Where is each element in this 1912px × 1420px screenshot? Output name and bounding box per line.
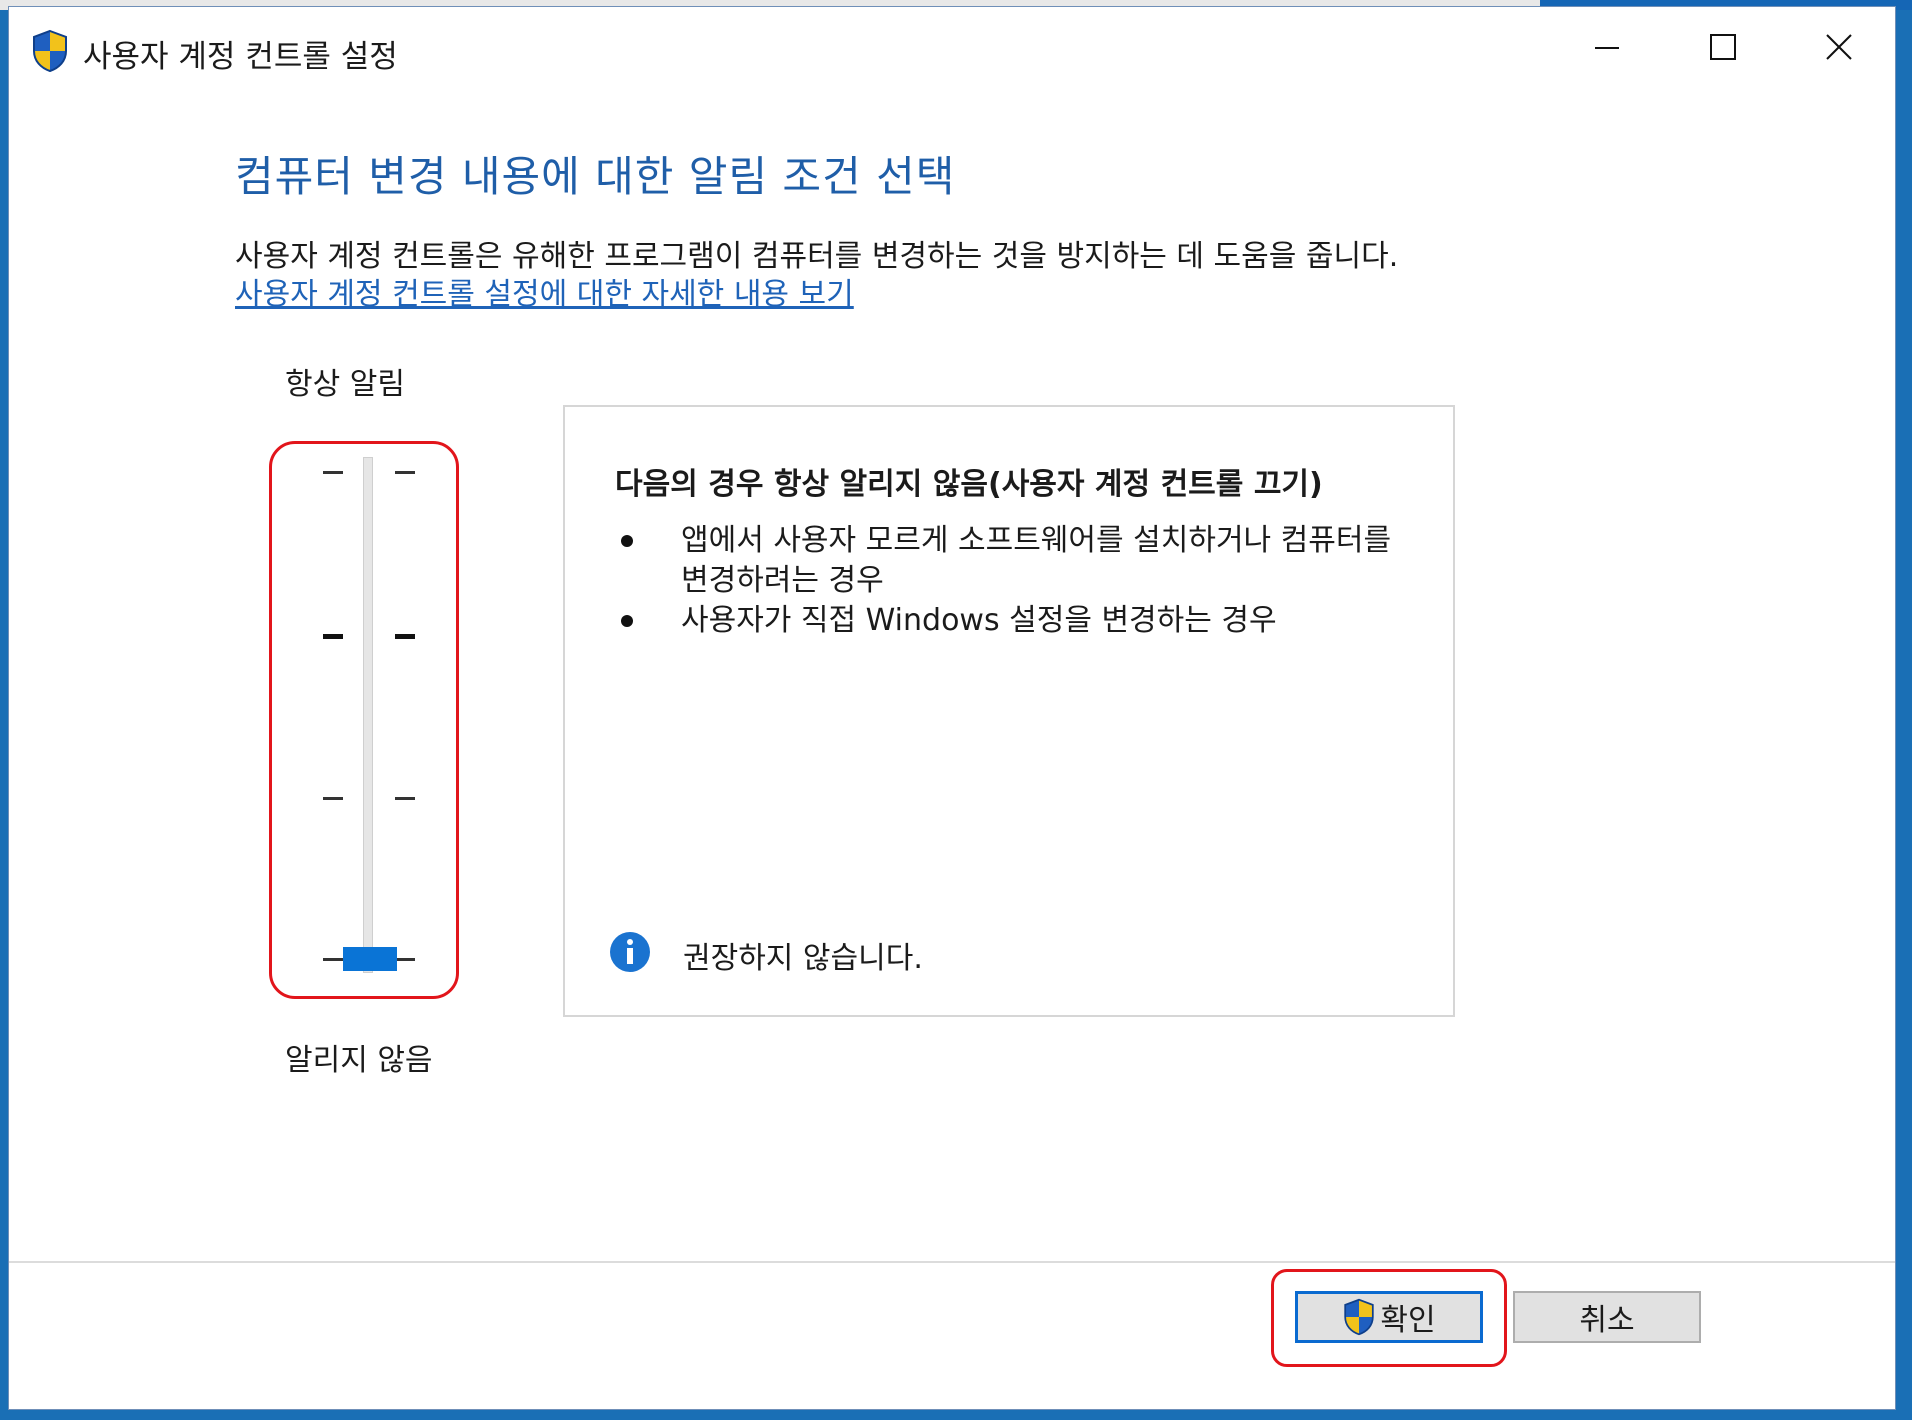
window-title: 사용자 계정 컨트롤 설정 xyxy=(83,39,398,75)
info-icon xyxy=(610,932,650,972)
maximize-icon xyxy=(1710,34,1736,60)
learn-more-link[interactable]: 사용자 계정 컨트롤 설정에 대한 자세한 내용 보기 xyxy=(235,269,854,313)
notification-level-slider[interactable] xyxy=(309,453,429,983)
uac-settings-window: 사용자 계정 컨트롤 설정 컴퓨터 변경 내용에 대한 알림 조건 선택 사용자… xyxy=(8,6,1896,1410)
bullet-marker xyxy=(621,535,633,547)
footer-divider xyxy=(9,1261,1895,1263)
slider-tick-right xyxy=(395,471,415,474)
bullet-item: 사용자가 직접 Windows 설정을 변경하는 경우 xyxy=(681,603,1277,638)
uac-shield-icon xyxy=(33,29,67,73)
maximize-button[interactable] xyxy=(1665,7,1781,87)
slider-bottom-label: 알리지 않음 xyxy=(285,1043,433,1078)
bullet-item: 앱에서 사용자 모르게 소프트웨어를 설치하거나 컴퓨터를 변경하려는 경우 xyxy=(681,523,1392,598)
slider-top-label: 항상 알림 xyxy=(285,367,405,402)
slider-tick-right xyxy=(395,634,415,639)
ok-button[interactable]: 확인 xyxy=(1295,1291,1483,1343)
slider-tick-right xyxy=(395,958,415,961)
slider-tick-right xyxy=(395,797,415,800)
slider-tick-left xyxy=(323,958,343,961)
cancel-button[interactable]: 취소 xyxy=(1513,1291,1701,1343)
bullet-marker xyxy=(621,615,633,627)
minimize-button[interactable] xyxy=(1549,7,1665,87)
slider-tick-left xyxy=(323,797,343,800)
recommendation-note: 권장하지 않습니다. xyxy=(683,941,923,976)
slider-track[interactable] xyxy=(363,457,373,973)
slider-thumb[interactable] xyxy=(343,947,397,971)
slider-tick-left xyxy=(323,634,343,639)
uac-shield-icon xyxy=(1344,1298,1375,1336)
slider-tick-left xyxy=(323,471,343,474)
close-icon xyxy=(1826,34,1852,60)
title-bar[interactable]: 사용자 계정 컨트롤 설정 xyxy=(9,7,1895,87)
cancel-button-label: 취소 xyxy=(1579,1303,1635,1338)
page-heading: 컴퓨터 변경 내용에 대한 알림 조건 선택 xyxy=(235,152,956,201)
level-description-panel: 다음의 경우 항상 알리지 않음(사용자 계정 컨트롤 끄기) 앱에서 사용자 … xyxy=(563,405,1455,1017)
ok-button-label: 확인 xyxy=(1380,1303,1436,1338)
close-button[interactable] xyxy=(1781,7,1897,87)
level-description-title: 다음의 경우 항상 알리지 않음(사용자 계정 컨트롤 끄기) xyxy=(615,467,1323,502)
minimize-icon xyxy=(1595,47,1619,49)
